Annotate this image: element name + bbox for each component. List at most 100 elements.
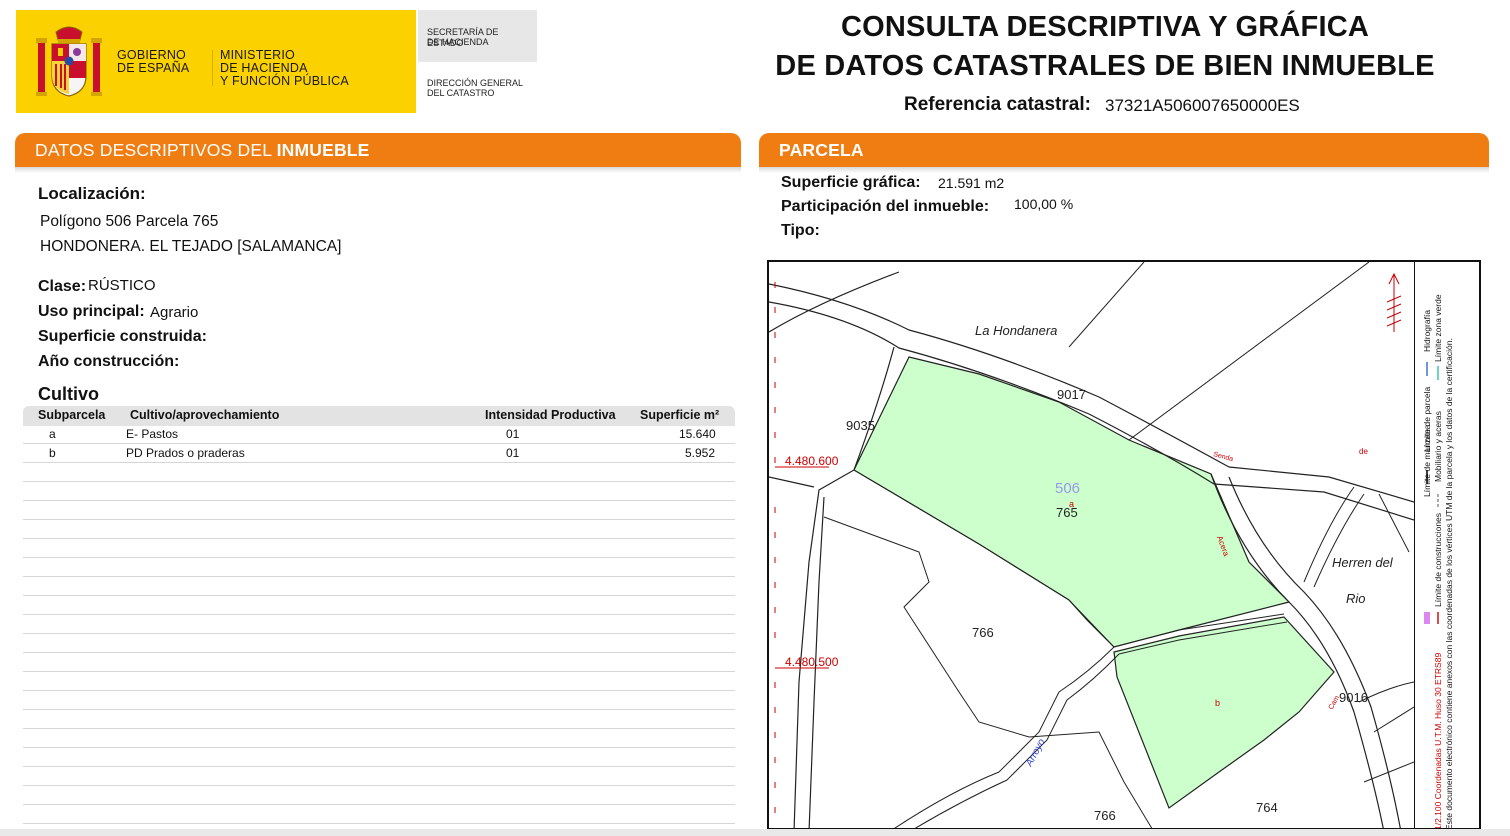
place-la-hondanera: La Hondanera [975,323,1057,338]
row-divider [23,671,735,672]
legend-symbols [1424,362,1439,624]
parcel-boundary [1068,262,1145,348]
direccion-line-2: DEL CATASTRO [427,88,495,98]
superficie-construida-label: Superficie construida: [38,328,207,345]
datos-descriptivos-heading-normal: DATOS DESCRIPTIVOS DEL [35,140,277,160]
parcel-765-label: 765 [1056,505,1078,520]
parcel-boundary [1363,761,1414,783]
cultivo-table-header: Subparcela Cultivo/aprovechamiento Inten… [23,406,735,426]
row-divider [23,462,735,463]
localizacion-line-2: HONDONERA. EL TEJADO [SALAMANCA] [40,238,342,255]
row-divider [23,690,735,691]
col-intensidad: Intensidad Productiva [485,408,616,422]
cadastral-map[interactable]: La Hondanera 9017 9035 4.480.600 4.480.5… [767,260,1481,830]
superficie-grafica-label: Superficie gráfica: [781,174,921,191]
ministry-line-3: Y FUNCIÓN PÚBLICA [220,74,349,88]
road-edge [769,476,815,488]
document-title-line-1: CONSULTA DESCRIPTIVA Y GRÁFICA [840,11,1370,43]
gov-line-2: DE ESPAÑA [117,61,190,75]
row-divider [23,728,735,729]
road-senda-label: Senda [1212,451,1233,463]
row-divider [23,595,735,596]
row-a-intensidad: 01 [506,427,520,441]
road-edge [769,271,900,333]
row-divider [23,652,735,653]
row-a-cultivo: E- Pastos [126,427,179,441]
parcela-heading: PARCELA [779,140,864,160]
participacion-value: 100,00 % [1014,196,1074,212]
parcela-header: PARCELA [759,133,1489,167]
row-divider [23,709,735,710]
parcela-shadow [759,167,1489,173]
ano-construccion-label: Año construcción: [38,353,180,370]
participacion-label: Participación del inmueble: [781,198,990,215]
row-a-superficie: 15.640 [679,427,716,441]
referencia-label: Referencia catastral: [904,94,1091,115]
place-rio: Rio [1346,591,1366,606]
row-a-subparcela: a [49,427,56,441]
row-divider [23,576,735,577]
col-cultivo: Cultivo/aprovechamiento [130,408,280,422]
secretaria-box: SECRETARÍA DE ESTADO DE HACIENDA [418,10,537,62]
datos-descriptivos-heading-bold: INMUEBLE [276,140,370,160]
path-arroyo [894,646,1115,828]
legend-divider [1414,262,1415,828]
clase-label: Clase: [38,278,87,295]
datos-descriptivos-header: DATOS DESCRIPTIVOS DEL INMUEBLE [15,133,741,167]
uso-principal-value: Agrario [150,304,199,321]
row-divider [23,481,735,482]
row-divider [23,747,735,748]
parcel-9016-label: 9016 [1339,690,1368,705]
cultivo-table: Subparcela Cultivo/aprovechamiento Inten… [23,406,735,831]
row-divider [23,804,735,805]
row-b-intensidad: 01 [506,446,520,460]
parcel-766-label-b: 766 [1094,808,1116,823]
row-b-subparcela: b [49,446,56,460]
place-herren-del: Herren del [1332,555,1394,570]
parcel-764-label: 764 [1256,800,1278,815]
row-divider [23,500,735,501]
page-bottom-strip [0,829,1510,836]
gobierno-logo-band: GOBIERNO DE ESPAÑA MINISTERIO DE HACIEND… [16,10,416,113]
parcel-9035: 9035 [846,418,875,433]
parcel-boundary [1128,262,1370,441]
localizacion-label: Localización: [38,184,146,203]
road-de-label: de [1359,447,1368,456]
row-divider [23,557,735,558]
cultivo-title: Cultivo [38,384,99,404]
document-title-line-2: DE DATOS CATASTRALES DE BIEN INMUEBLE [775,50,1435,82]
coord-y-4480500: 4.480.500 [785,655,839,669]
parcel-boundary [1313,493,1365,588]
parcel-765-subparcel-b [1113,616,1335,809]
road-arroyo-label: Arroyo [1023,737,1047,769]
row-divider [23,766,735,767]
north-arrow-icon [1386,272,1402,332]
col-subparcela: Subparcela [38,408,106,422]
path-arroyo [914,653,1120,828]
poligono-506-label: 506 [1055,480,1080,497]
logo-divider [212,50,213,86]
row-divider [23,538,735,539]
row-divider [23,519,735,520]
uso-principal-label: Uso principal: [38,303,145,320]
parcel-boundary [1373,706,1414,733]
secretaria-line-2: DE HACIENDA [427,37,489,47]
subparcel-b-label: b [1215,698,1220,708]
localizacion-line-1: Polígono 506 Parcela 765 [40,213,219,230]
direccion-line-1: DIRECCIÓN GENERAL [427,78,524,88]
row-divider [23,443,735,444]
row-divider [23,785,735,786]
clase-value: RÚSTICO [88,277,156,294]
row-divider [23,633,735,634]
coat-of-arms-icon [36,26,102,97]
map-drawing: La Hondanera 9017 9035 4.480.600 4.480.5… [769,262,1414,828]
map-legend: Límite de manzana Límite de parcela Hidr… [1417,262,1479,828]
tipo-label: Tipo: [781,222,820,239]
coord-y-4480600: 4.480.600 [785,454,839,468]
row-b-cultivo: PD Prados o praderas [126,446,245,460]
row-b-superficie: 5.952 [685,446,716,460]
row-divider [23,614,735,615]
parcel-boundary [1378,493,1410,553]
referencia-value: 37321A506007650000ES [1105,96,1300,115]
row-divider [23,823,735,824]
